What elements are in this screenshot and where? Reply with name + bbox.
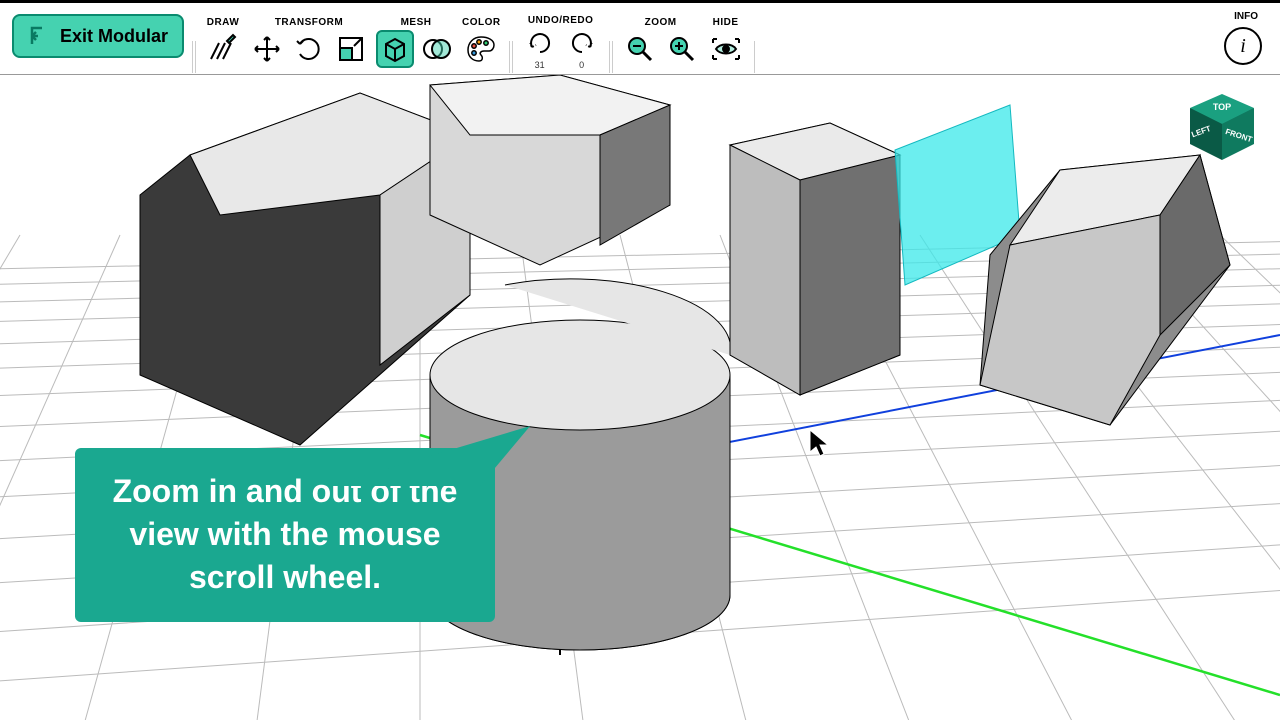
- exit-arrow-icon: [28, 24, 52, 48]
- exit-modular-button[interactable]: Exit Modular: [12, 14, 184, 58]
- hide-button[interactable]: [707, 30, 745, 68]
- group-label-transform: TRANSFORM: [275, 17, 343, 28]
- boolean-icon: [422, 34, 452, 64]
- group-label-color: COLOR: [462, 17, 501, 28]
- separator: [607, 36, 615, 78]
- undo-icon: [526, 29, 554, 57]
- info-button[interactable]: i: [1224, 27, 1262, 65]
- eye-icon: [710, 33, 742, 65]
- mesh-cube-button[interactable]: [376, 30, 414, 68]
- scale-icon: [336, 34, 366, 64]
- redo-count: 0: [579, 60, 584, 70]
- group-label-mesh: MESH: [401, 17, 432, 28]
- move-tool-button[interactable]: [248, 30, 286, 68]
- group-label-info: INFO: [1234, 11, 1258, 22]
- group-label-undoredo: UNDO/REDO: [528, 15, 594, 26]
- group-label-hide: HIDE: [713, 17, 739, 28]
- exit-label: Exit Modular: [60, 26, 168, 47]
- tutorial-callout: Zoom in and out of the view with the mou…: [75, 448, 495, 622]
- mesh-boolean-button[interactable]: [418, 30, 456, 68]
- zoom-out-icon: [625, 34, 655, 64]
- navcube-top-label: TOP: [1213, 102, 1231, 112]
- undo-count: 31: [535, 60, 545, 70]
- undo-button[interactable]: [521, 28, 559, 58]
- redo-icon: [568, 29, 596, 57]
- scale-tool-button[interactable]: [332, 30, 370, 68]
- zoom-in-button[interactable]: [663, 30, 701, 68]
- info-icon: i: [1240, 35, 1246, 58]
- move-icon: [252, 34, 282, 64]
- viewport-3d[interactable]: [0, 75, 1280, 720]
- group-label-zoom: ZOOM: [645, 17, 677, 28]
- separator: [190, 36, 198, 78]
- draw-tool-button[interactable]: [204, 30, 242, 68]
- rotate-icon: [294, 34, 324, 64]
- redo-button[interactable]: [563, 28, 601, 58]
- navigation-cube[interactable]: TOP LEFT FRONT: [1182, 88, 1262, 168]
- separator: [507, 36, 515, 78]
- rotate-tool-button[interactable]: [290, 30, 328, 68]
- zoom-out-button[interactable]: [621, 30, 659, 68]
- color-palette-button[interactable]: [462, 30, 500, 68]
- separator: [751, 36, 759, 78]
- zoom-in-icon: [667, 34, 697, 64]
- group-label-draw: DRAW: [207, 17, 240, 28]
- draw-lines-icon: [207, 33, 239, 65]
- cube-icon: [380, 34, 410, 64]
- palette-icon: [465, 33, 497, 65]
- toolbar: Exit Modular DRAW TRANSFORM MESH: [0, 3, 1280, 75]
